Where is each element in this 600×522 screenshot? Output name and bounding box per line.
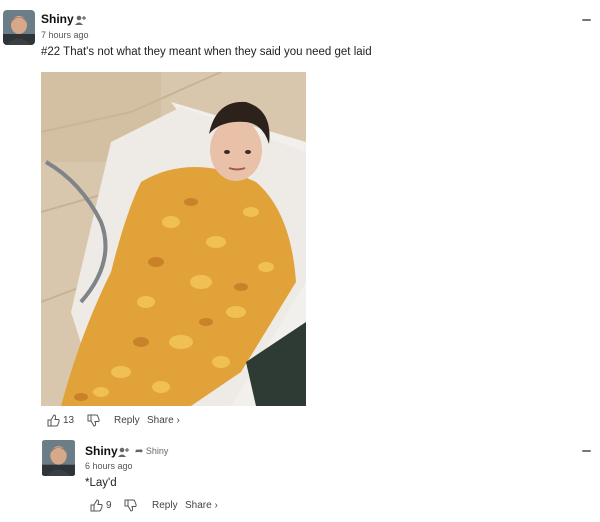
reply-to-link[interactable]: ➦ Shiny: [135, 446, 168, 457]
thumbs-up-icon[interactable]: [47, 414, 60, 427]
comment-timestamp: 7 hours ago: [41, 30, 89, 40]
upvote-count: 9: [106, 500, 112, 511]
comment-text: *Lay'd: [85, 477, 117, 489]
more-options-icon[interactable]: [582, 19, 591, 21]
thumbs-down-icon[interactable]: [124, 499, 137, 512]
reply-to-name: Shiny: [145, 446, 169, 456]
comment-actions: 13 Reply Share ›: [47, 414, 247, 428]
comment-actions: 9 Reply Share ›: [90, 499, 290, 513]
comment-reply: Shiny ➦ Shiny 6 hours ago *Lay'd 9 Reply…: [0, 430, 600, 522]
comment-author[interactable]: Shiny: [41, 12, 74, 26]
follow-icon[interactable]: [117, 445, 129, 457]
avatar[interactable]: [41, 440, 76, 476]
follow-icon[interactable]: [74, 13, 86, 25]
comment-text: #22 That's not what they meant when they…: [41, 46, 372, 58]
reply-arrow-icon: ➦: [135, 446, 144, 457]
thumbs-down-icon[interactable]: [87, 414, 100, 427]
avatar[interactable]: [3, 10, 35, 45]
comment-main: Shiny 7 hours ago #22 That's not what th…: [0, 0, 600, 430]
comment-author[interactable]: Shiny: [85, 444, 118, 458]
reply-button[interactable]: Reply: [152, 499, 178, 513]
comment-timestamp: 6 hours ago: [85, 461, 133, 471]
thumbs-up-icon[interactable]: [90, 499, 103, 512]
comment-image[interactable]: [41, 72, 306, 406]
share-button[interactable]: Share ›: [185, 499, 218, 513]
more-options-icon[interactable]: [582, 450, 591, 452]
reply-button[interactable]: Reply: [114, 414, 140, 428]
share-button[interactable]: Share ›: [147, 414, 180, 428]
upvote-count: 13: [63, 415, 75, 426]
